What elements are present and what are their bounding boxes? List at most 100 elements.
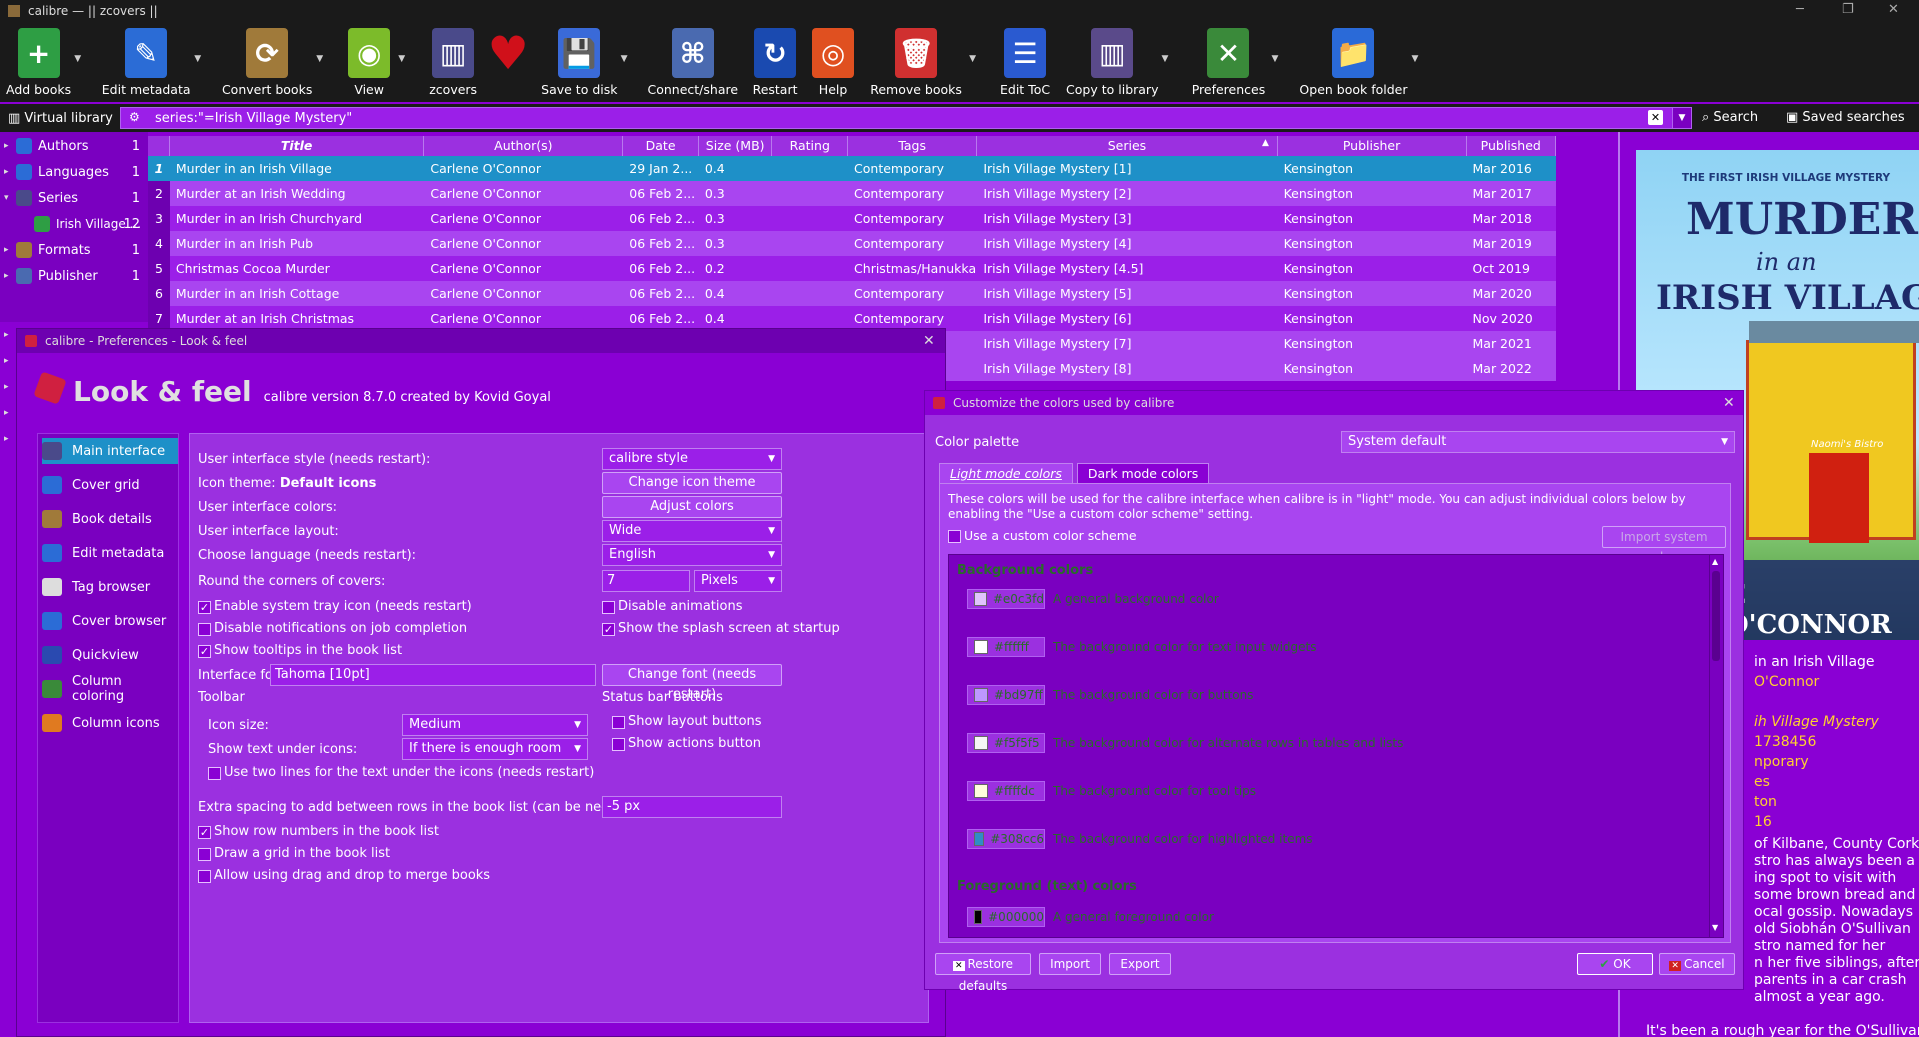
nav-item-column-icons[interactable]: Column icons [42,710,178,736]
disable-animations-checkbox[interactable] [602,601,615,614]
chevron-down-icon[interactable]: ▼ [1272,54,1279,64]
saved-searches-button[interactable]: ▣ Saved searches [1786,110,1905,125]
toolbar-restart-button[interactable]: ↻ Restart [750,22,800,97]
toolbar-view-button[interactable]: ◉ View ▼ [343,22,405,97]
adjust-colors-button[interactable]: Adjust colors [602,496,782,518]
table-row[interactable]: 5 Christmas Cocoa Murder Carlene O'Connor 0… [148,256,1556,281]
custom-scheme-checkbox[interactable] [948,530,961,543]
toolbar-remove-books-button[interactable]: 🗑 Remove books ▼ [866,22,976,97]
expand-arrow-icon[interactable]: ▸ [4,356,9,366]
scroll-down-icon[interactable]: ▼ [1712,923,1718,932]
interface-font-field[interactable]: Tahoma [10pt] [270,664,596,686]
cancel-button[interactable]: ✕ Cancel [1659,953,1735,975]
book-detail-line[interactable]: ton [1754,794,1777,811]
table-row[interactable]: 1 Murder in an Irish Village Carlene O'Con… [148,156,1556,181]
chevron-down-icon[interactable]: ▼ [316,54,323,64]
toolbar-preferences-button[interactable]: ✕ Preferences ▼ [1188,22,1278,97]
two-lines-checkbox[interactable] [208,767,221,780]
table-row[interactable]: 3 Murder in an Irish Churchyard Carlene O'… [148,206,1556,231]
column-header[interactable]: Date [623,136,699,156]
column-header[interactable]: Rating [772,136,849,156]
tag-browser-item[interactable]: ▸ Languages 1 [0,160,148,184]
spacing-spinbox[interactable]: -5 px [602,796,782,818]
chevron-down-icon[interactable]: ▼ [969,54,976,64]
color-swatch-button[interactable]: #ffffdc [967,781,1045,801]
nav-item-cover-grid[interactable]: Cover grid [42,472,178,498]
book-detail-line[interactable]: ih Village Mystery [1754,714,1879,731]
book-detail-line[interactable]: es [1754,774,1770,791]
maximize-icon[interactable]: ❐ [1842,2,1854,17]
toolbar-heart-icon-button[interactable]: ♥ [487,22,529,82]
book-detail-line[interactable]: 16 [1754,814,1772,831]
tray-checkbox[interactable]: ✓ [198,601,211,614]
icon-size-select[interactable]: Medium ▼ [402,714,588,736]
toolbar-edit-metadata-button[interactable]: ✎ Edit metadata ▼ [101,22,201,97]
chevron-down-icon[interactable]: ▼ [74,54,81,64]
toolbar-add-books-button[interactable]: + Add books ▼ [6,22,81,97]
nav-item-book-details[interactable]: Book details [42,506,178,532]
expand-arrow-icon[interactable]: ▸ [4,408,9,418]
book-detail-line[interactable]: nporary [1754,754,1809,771]
toolbar-edit-toc-button[interactable]: ☰ Edit ToC [996,22,1054,97]
toolbar-help-button[interactable]: ◎ Help [812,22,855,97]
chevron-down-icon[interactable]: ▼ [1162,54,1169,64]
colors-scrollbar[interactable]: ▲ ▼ [1709,555,1723,937]
color-swatch-button[interactable]: #f5f5f5 [967,733,1045,753]
close-icon[interactable]: ✕ [1888,2,1899,17]
table-row[interactable]: 4 Murder in an Irish Pub Carlene O'Connor 0… [148,231,1556,256]
text-under-select[interactable]: If there is enough room ▼ [402,738,588,760]
tag-browser-item[interactable]: ▾ Series 1 [0,186,148,210]
nav-item-cover-browser[interactable]: Cover browser [42,608,178,634]
tab-light-mode[interactable]: Light mode colors [939,463,1073,483]
minimize-icon[interactable]: ─ [1796,2,1804,17]
toolbar-save-to-disk-button[interactable]: 💾 Save to disk ▼ [541,22,628,97]
restore-defaults-button[interactable]: ✕ Restore defaults [935,953,1031,993]
scroll-up-icon[interactable]: ▲ [1712,557,1718,566]
search-history-dropdown[interactable]: ▼ [1672,107,1692,129]
chevron-down-icon[interactable]: ▼ [1412,54,1419,64]
toolbar-convert-books-button[interactable]: ⟳ Convert books ▼ [221,22,323,97]
nav-item-tag-browser[interactable]: Tag browser [42,574,178,600]
close-icon[interactable]: ✕ [1723,391,1735,415]
column-header[interactable]: Title [170,136,425,156]
change-icon-theme-button[interactable]: Change icon theme [602,472,782,494]
tag-browser-item[interactable]: ▸ Authors 1 [0,134,148,158]
search-options-icon[interactable]: ⚙ [129,110,140,124]
column-header[interactable] [148,136,170,156]
show-layout-checkbox[interactable] [612,716,625,729]
expand-arrow-icon[interactable]: ▸ [4,434,9,444]
chevron-down-icon[interactable]: ▼ [621,54,628,64]
close-icon[interactable]: ✕ [923,329,935,353]
tab-dark-mode[interactable]: Dark mode colors [1076,463,1210,483]
expand-arrow-icon[interactable]: ▸ [0,245,12,255]
expand-arrow-icon[interactable]: ▸ [4,330,9,340]
toolbar-connect-share-button[interactable]: ⌘ Connect/share [648,22,738,97]
nav-item-edit-metadata[interactable]: Edit metadata [42,540,178,566]
palette-select[interactable]: System default ▼ [1341,431,1735,453]
table-row[interactable]: 6 Murder in an Irish Cottage Carlene O'Con… [148,281,1556,306]
show-actions-checkbox[interactable] [612,738,625,751]
language-select[interactable]: English ▼ [602,544,782,566]
toolbar-zcovers-button[interactable]: ▥ zcovers [425,22,481,97]
import-button[interactable]: Import [1039,953,1101,975]
expand-arrow-icon[interactable]: ▸ [0,167,12,177]
tag-browser-item[interactable]: ▸ Formats 1 [0,238,148,262]
splash-checkbox[interactable]: ✓ [602,623,615,636]
column-header[interactable]: Published [1467,136,1556,156]
column-header[interactable]: Series [977,136,1278,156]
disable-notifications-checkbox[interactable] [198,623,211,636]
table-row[interactable]: 2 Murder at an Irish Wedding Carlene O'Con… [148,181,1556,206]
expand-arrow-icon[interactable]: ▸ [4,382,9,392]
nav-item-quickview[interactable]: Quickview [42,642,178,668]
drag-merge-checkbox[interactable] [198,870,211,883]
row-numbers-checkbox[interactable]: ✓ [198,826,211,839]
round-unit-select[interactable]: Pixels ▼ [694,570,782,592]
export-button[interactable]: Export [1109,953,1171,975]
tag-browser-item[interactable]: Irish Village ... 12 [0,212,148,236]
color-swatch-button[interactable]: #e0c3fd [967,589,1045,609]
expand-arrow-icon[interactable]: ▾ [0,193,12,203]
ok-button[interactable]: ✔ OK [1577,953,1653,975]
chevron-down-icon[interactable]: ▼ [194,54,201,64]
tooltips-checkbox[interactable]: ✓ [198,645,211,658]
scrollbar-thumb[interactable] [1712,571,1720,661]
